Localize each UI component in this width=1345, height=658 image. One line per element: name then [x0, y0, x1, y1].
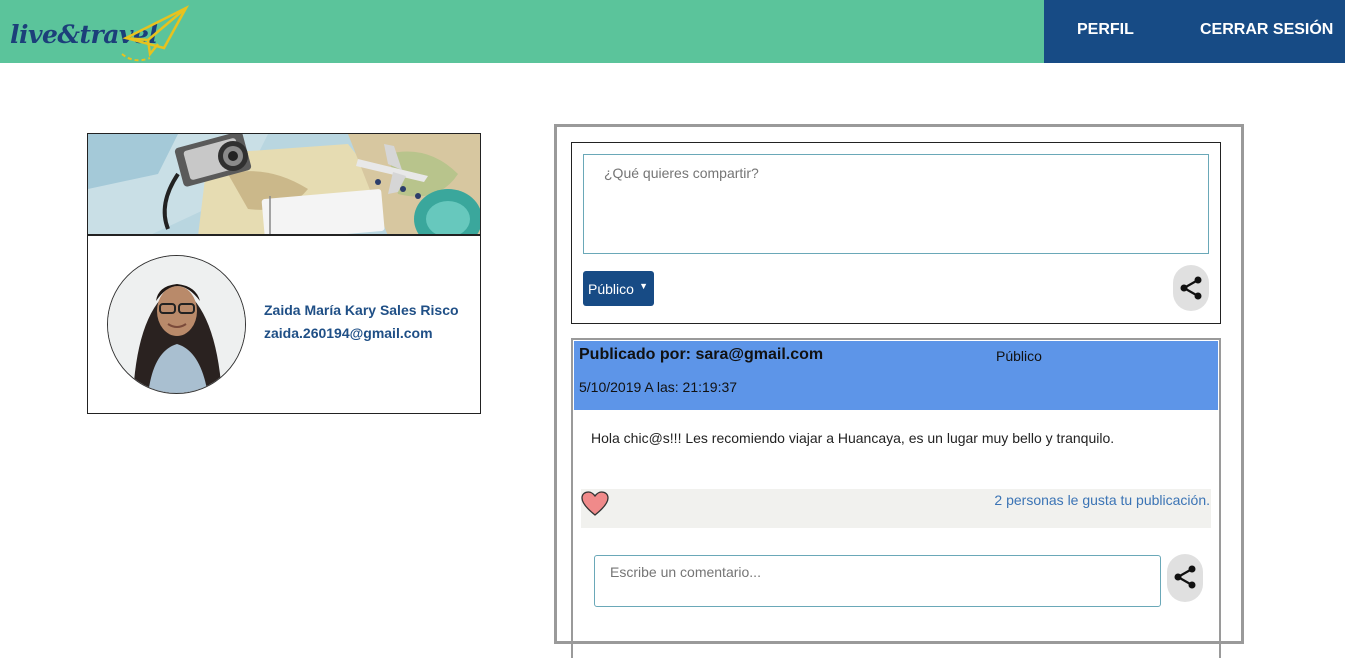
- travel-cover-image: [88, 134, 480, 234]
- post-body: Hola chic@s!!! Les recomiendo viajar a H…: [591, 430, 1115, 446]
- like-bar: 2 personas le gusta tu publicación.: [581, 489, 1211, 528]
- cover-photo: [88, 134, 480, 236]
- post-date: 5/10/2019 A las: 21:19:37: [579, 379, 738, 395]
- share-post-button[interactable]: [1173, 265, 1209, 311]
- share-icon: [1180, 276, 1202, 300]
- post-header: Publicado por: sara@gmail.com Público 5/…: [574, 341, 1218, 410]
- share-comment-button[interactable]: [1167, 554, 1203, 602]
- nav-bar: PERFIL CERRAR SESIÓN: [1044, 0, 1345, 63]
- post-author: Publicado por: sara@gmail.com: [579, 346, 824, 363]
- comment-input[interactable]: [594, 555, 1161, 607]
- feed-panel: Público ▼ Publicado por: sara@gmail.com …: [554, 124, 1244, 658]
- user-photo: [108, 256, 245, 393]
- post-composer: Público ▼: [571, 142, 1221, 324]
- heart-icon[interactable]: [581, 491, 609, 517]
- top-header: live&travel PERFIL CERRAR SESIÓN: [0, 0, 1345, 63]
- share-icon: [1174, 565, 1196, 589]
- nav-profile-link[interactable]: PERFIL: [1077, 21, 1134, 39]
- profile-name: Zaida María Kary Sales Risco: [264, 302, 459, 318]
- logo[interactable]: live&travel: [8, 4, 198, 62]
- avatar: [107, 255, 246, 394]
- like-count[interactable]: 2 personas le gusta tu publicación.: [994, 492, 1210, 508]
- profile-email: zaida.260194@gmail.com: [264, 325, 433, 341]
- paper-plane-icon: [121, 5, 190, 62]
- post-input[interactable]: [583, 154, 1209, 254]
- caret-down-icon: ▼: [639, 281, 648, 291]
- post-card: Publicado por: sara@gmail.com Público 5/…: [571, 338, 1221, 658]
- nav-logout-link[interactable]: CERRAR SESIÓN: [1200, 21, 1333, 39]
- privacy-select-value: Público: [588, 281, 634, 297]
- profile-card: Zaida María Kary Sales Risco zaida.26019…: [87, 133, 481, 414]
- privacy-select[interactable]: Público ▼: [583, 271, 654, 306]
- post-privacy: Público: [996, 348, 1042, 364]
